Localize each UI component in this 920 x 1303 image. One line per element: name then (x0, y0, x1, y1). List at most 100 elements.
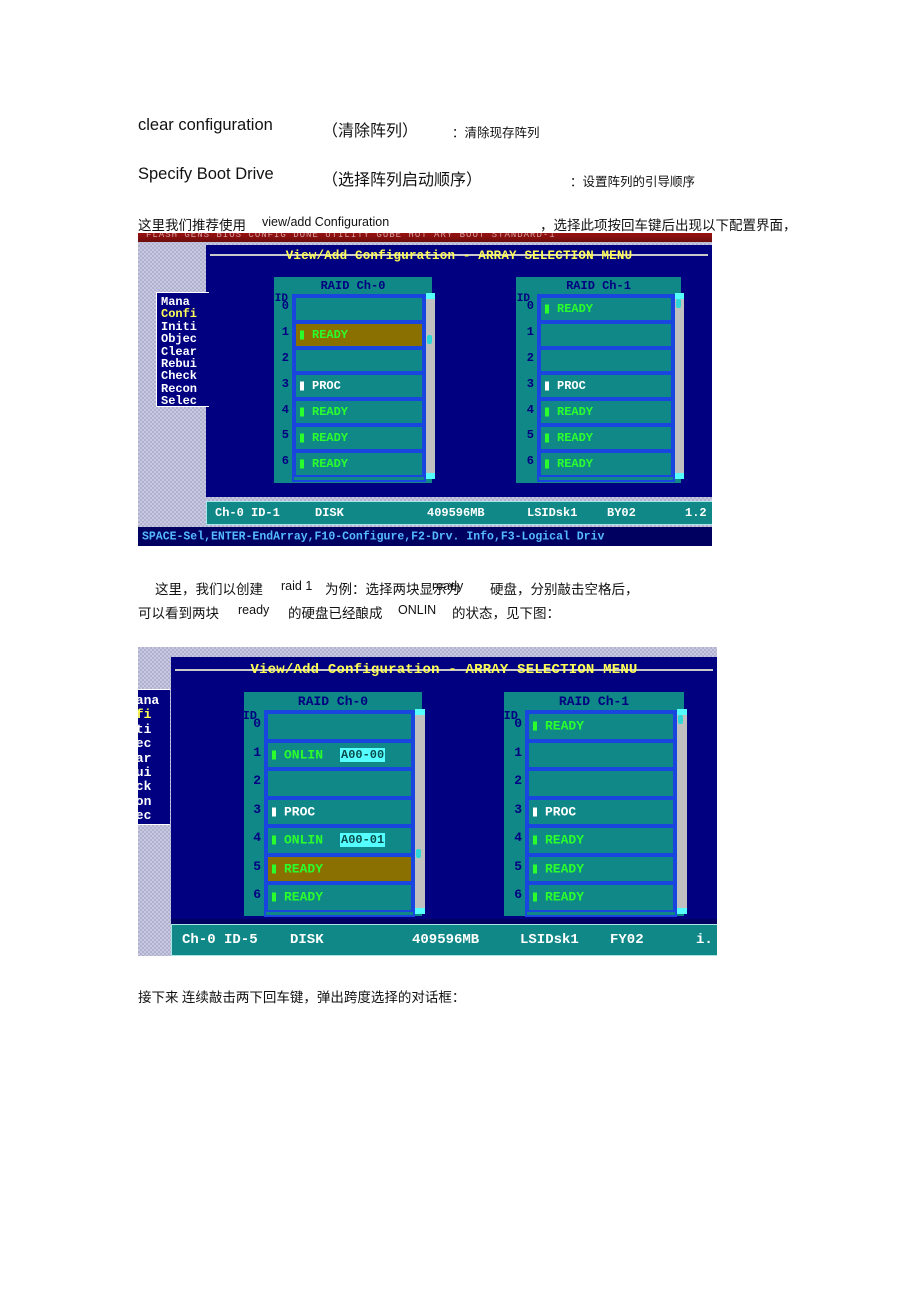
drive-status-label: READY (557, 405, 594, 420)
drive-slot[interactable]: PROC (539, 373, 673, 400)
menu-item-recon[interactable]: Recon (161, 383, 197, 395)
bios-side-menu-1[interactable]: Mana Confi Initi Objec Clear Rebui Check Recon S… (156, 292, 209, 407)
paragraph-raid1-line2-c: 的硬盘已经酿成 (288, 606, 383, 621)
drive-status-led-icon (545, 407, 549, 417)
raid-channel-0-slot-list-2[interactable]: ONLIN A00-00 PROC ONLIN A00-01 READY READY (264, 710, 415, 917)
raid-channel-1-scrollbar-1[interactable] (675, 293, 684, 479)
drive-status-led-icon (300, 407, 304, 417)
drive-slot[interactable] (539, 321, 673, 348)
drive-slot[interactable]: PROC (527, 797, 675, 826)
drive-info-type-1: DISK (315, 506, 344, 520)
menu-item-clear[interactable]: Clear (161, 346, 197, 358)
drive-status-label: READY (284, 861, 324, 877)
menu-item-check[interactable]: Check (161, 370, 197, 382)
drive-slot[interactable]: READY (527, 854, 675, 883)
menu-item-bui[interactable]: bui (138, 766, 151, 779)
slot-id-label: 1 (253, 744, 261, 760)
menu-item-ear[interactable]: ear (138, 752, 151, 765)
drive-slot[interactable]: PROC (266, 797, 413, 826)
drive-info-vendor-2: LSIDsk1 (520, 932, 579, 948)
drive-status-label: READY (312, 430, 349, 445)
slot-id-label: 5 (281, 428, 289, 443)
menu-item-lana[interactable]: lana (138, 694, 159, 707)
drive-slot[interactable]: READY (294, 450, 424, 477)
menu-item-rebui[interactable]: Rebui (161, 358, 197, 370)
paragraph-raid1-line1-d: ready (432, 579, 464, 593)
raid-channel-0-scrollbar-2[interactable] (415, 709, 425, 914)
menu-item-jec[interactable]: jec (138, 737, 151, 750)
raid-channel-1-slot-list-2[interactable]: READY PROC READY READY READY (525, 710, 677, 917)
heading-clear-configuration-cn: （清除阵列） (322, 123, 419, 140)
raid-channel-0-scrollbar-1[interactable] (426, 293, 435, 479)
drive-slot[interactable] (266, 769, 413, 798)
raid-channel-1-slot-list-1[interactable]: READY PROC READY READY READY (537, 294, 675, 482)
heading-clear-configuration-note: ：清除现存阵列 (452, 126, 540, 140)
menu-item-lec[interactable]: lec (138, 809, 151, 822)
menu-item-mana[interactable]: Mana (161, 296, 190, 308)
drive-slot[interactable]: READY (527, 883, 675, 912)
drive-slot[interactable] (527, 740, 675, 769)
raid-channel-1-scrollbar-2[interactable] (677, 709, 687, 914)
drive-slot[interactable]: READY (539, 399, 673, 425)
drive-slot[interactable]: READY (539, 296, 673, 322)
menu-item-nfi[interactable]: nfi (138, 708, 151, 721)
slot-id-label: 2 (526, 351, 534, 366)
paragraph-recommend-prefix: 这里我们推荐使用 (138, 218, 246, 233)
drive-slot[interactable]: READY (527, 826, 675, 855)
paragraph-raid1-line2-b: ready (238, 603, 270, 617)
slot-id-label: 4 (526, 402, 534, 417)
drive-slot[interactable] (539, 347, 673, 374)
document-page: clear configuration （清除阵列） ：清除现存阵列 Speci… (0, 0, 920, 1303)
drive-status-led-icon (272, 892, 276, 902)
drive-info-size-2: 409596MB (412, 932, 480, 948)
raid-channel-0-slot-list-1[interactable]: READY PROC READY READY READY (292, 294, 426, 482)
drive-slot[interactable]: ONLIN A00-01 (266, 826, 413, 855)
drive-status-led-icon (300, 433, 304, 443)
drive-slot[interactable]: READY (294, 321, 424, 348)
drive-slot[interactable]: READY (294, 399, 424, 425)
array-selection-window-1: View/Add Configuration - ARRAY SELECTION… (206, 245, 712, 497)
raid-channel-0-title-2: RAID Ch-0 (297, 694, 369, 709)
drive-slot[interactable] (266, 712, 413, 741)
menu-item-confi[interactable]: Confi (161, 308, 197, 320)
heading-specify-boot-drive-note: ：设置阵列的引导顺序 (570, 175, 696, 189)
drive-slot[interactable]: ONLIN A00-00 (266, 740, 413, 769)
array-selection-window-2: View/Add Configuration - ARRAY SELECTION… (171, 657, 717, 919)
drive-slot[interactable]: READY (527, 712, 675, 741)
drive-slot[interactable]: READY (539, 424, 673, 451)
drive-slot[interactable] (527, 769, 675, 798)
drive-slot[interactable]: PROC (294, 373, 424, 400)
drive-info-channel-id-2: Ch-0 ID-5 (182, 932, 258, 948)
drive-status-led-icon (545, 304, 549, 314)
drive-slot[interactable]: READY (266, 854, 413, 883)
drive-status-led-icon (533, 835, 537, 845)
drive-slot[interactable] (294, 296, 424, 322)
bios-top-red-bar-1: FLASH GENS BIOS CONFIG DONE UTILITY GUBE… (138, 233, 712, 242)
slot-id-label: 2 (514, 773, 522, 789)
drive-info-vendor-1: LSIDsk1 (527, 506, 578, 520)
drive-status-led-icon (300, 330, 304, 340)
slot-id-label: 3 (253, 801, 261, 817)
paragraph-raid1-line2-a: 可以看到两块 (138, 606, 219, 621)
drive-status-label: READY (557, 430, 594, 445)
drive-status-label: READY (545, 718, 585, 734)
slot-id-label: 6 (526, 454, 534, 469)
drive-status-label: ONLIN (284, 832, 324, 848)
menu-item-objec[interactable]: Objec (161, 333, 197, 345)
drive-slot[interactable]: READY (266, 883, 413, 912)
bios-screenshot-1: FLASH GENS BIOS CONFIG DONE UTILITY GUBE… (138, 233, 712, 546)
menu-item-iti[interactable]: iti (138, 723, 151, 736)
slot-id-label: 6 (281, 454, 289, 469)
drive-slot[interactable]: READY (294, 424, 424, 451)
bios-side-menu-2[interactable]: lananfi itijec earbuieck conlec (138, 689, 170, 825)
slot-id-label: 6 (514, 887, 522, 903)
menu-item-con[interactable]: con (138, 795, 151, 808)
array-assignment-badge: A00-00 (340, 747, 386, 762)
menu-item-initi[interactable]: Initi (161, 321, 197, 333)
menu-item-selec[interactable]: Selec (161, 395, 197, 407)
drive-slot[interactable]: READY (539, 450, 673, 477)
paragraph-next-step: 接下来 连续敲击两下回车键，弹出跨度选择的对话框： (138, 990, 466, 1005)
drive-slot[interactable] (294, 347, 424, 374)
drive-status-label: READY (312, 405, 349, 420)
menu-item-eck[interactable]: eck (138, 780, 151, 793)
